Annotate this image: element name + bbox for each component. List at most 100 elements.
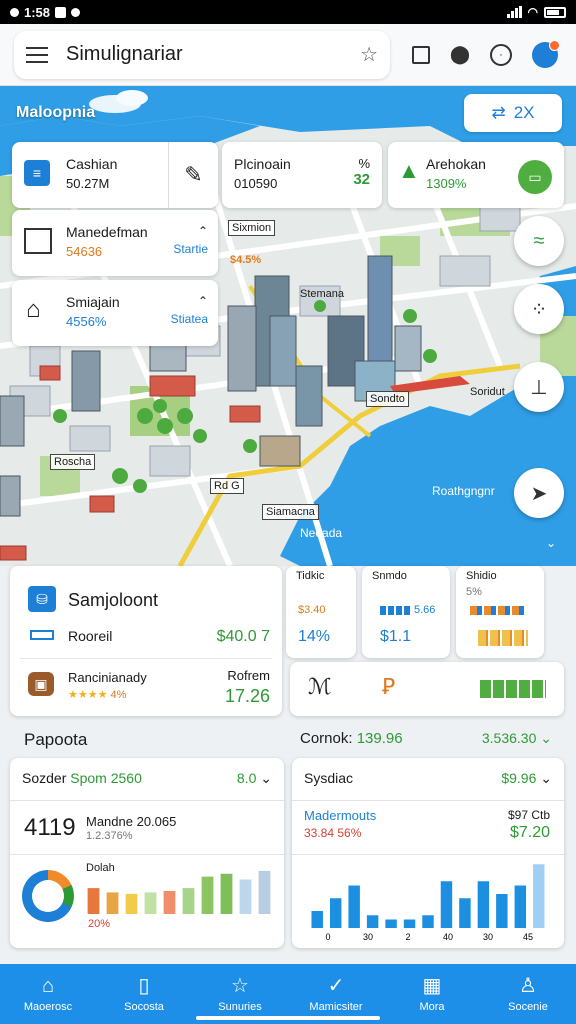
nav-label: Socenie	[508, 1000, 548, 1013]
row-sub: Rofrem	[227, 668, 270, 683]
map-label[interactable]: Rd G	[210, 478, 244, 494]
nav-label: Socosta	[124, 1000, 164, 1013]
bar	[477, 881, 490, 928]
big-number: 4119	[24, 814, 76, 841]
nav-profile[interactable]: ♙ Socenie	[480, 964, 576, 1024]
star-icon[interactable]: ☆	[360, 42, 378, 67]
tick-label: 40	[443, 932, 453, 942]
home-indicator[interactable]	[196, 1016, 380, 1020]
chevron-up-icon[interactable]: ⌃	[173, 224, 208, 238]
title-bar: Simulignariar ☆	[14, 30, 390, 79]
chevron-down-icon[interactable]: ⌄	[260, 770, 272, 786]
map-label[interactable]: Roathgngnr	[432, 484, 495, 498]
map-label[interactable]: Soridut	[470, 386, 505, 398]
map-label[interactable]: Siamacna	[262, 504, 319, 520]
popota-right-value: 139.96	[356, 730, 403, 747]
more-icon[interactable]: ⁘	[514, 284, 564, 334]
mini-card-3[interactable]: Shidio 5%	[456, 566, 544, 658]
building-icon	[24, 228, 52, 254]
circle-icon[interactable]: ·	[490, 43, 512, 66]
kpi-card-arch[interactable]: ▲ Arehokan 1309% ▭	[388, 142, 564, 208]
navigate-icon[interactable]: ➤	[514, 468, 564, 518]
card-tag: Startie	[173, 242, 208, 256]
arrows-icon: ⇄	[491, 103, 506, 122]
tick-label: 2	[405, 932, 410, 942]
clock: 1:58	[24, 4, 51, 20]
row-value: 17.26	[224, 686, 270, 706]
zoom-button[interactable]: ⇄ 2X	[464, 94, 562, 132]
bar	[87, 888, 100, 914]
donut-pct: 20%	[88, 918, 111, 930]
document-icon: ▯	[138, 974, 150, 997]
right-bar-chart: 0 30 2 40 30 45	[311, 864, 545, 942]
nav-summary[interactable]: ☆ Sunuries	[192, 964, 288, 1024]
map-label[interactable]: Stemana	[300, 288, 344, 300]
kpi-card-plan[interactable]: Plcinoain 010590 % 32	[222, 142, 382, 208]
dashboard-panel: ⛁ Samjoloont Rooreil $40.0 7 ▣ Rancinian…	[0, 566, 576, 964]
bar	[144, 892, 157, 914]
chevron-down-icon[interactable]: ⌄	[540, 770, 552, 786]
bar	[496, 894, 508, 928]
avatar[interactable]	[532, 39, 560, 68]
map-label[interactable]: Neoada	[300, 526, 342, 540]
city-map[interactable]: Maloopnia ⇄ 2X ≡ Cashian 50.27M ✎ Plcino…	[0, 86, 576, 566]
nav-check[interactable]: ✓ Mamicsiter	[288, 964, 384, 1024]
bar	[422, 915, 434, 928]
nav-label: Mamicsiter	[309, 1000, 363, 1013]
card-tag: Stiatea	[170, 312, 208, 326]
bar	[459, 898, 471, 928]
graph-icon[interactable]: ℳ	[308, 674, 332, 700]
menu-icon[interactable]	[26, 46, 48, 63]
card-header: Sysdiac	[304, 770, 354, 786]
kpi-value: 1309%	[426, 176, 467, 191]
pin-icon[interactable]: ⬤	[450, 44, 470, 65]
layers-icon[interactable]: ≈	[514, 216, 564, 266]
kpi-card-cash[interactable]: ≡ Cashian 50.27M ✎	[12, 142, 218, 208]
wifi-icon: ◠	[527, 5, 538, 19]
card-header: Sozder	[22, 770, 67, 786]
compass-icon[interactable]: ⊥	[514, 362, 564, 412]
bar	[366, 915, 379, 928]
bar	[311, 911, 323, 928]
status-bar: 1:58 ◠	[0, 0, 576, 24]
message-icon[interactable]: ▭	[518, 160, 552, 194]
bars-icon	[30, 630, 54, 640]
chevron-down-icon[interactable]: ⌄	[540, 730, 552, 746]
kpi-title: Cashian	[66, 156, 118, 172]
mini-value: $1.1	[380, 628, 412, 645]
notification-icon	[10, 7, 19, 17]
summary-card[interactable]: ⛁ Samjoloont Rooreil $40.0 7 ▣ Rancinian…	[10, 566, 282, 716]
nav-more[interactable]: ▦ Mora	[384, 964, 480, 1024]
pen-icon[interactable]: ✎	[168, 142, 218, 208]
map-label[interactable]: Sixmion	[228, 220, 276, 236]
nav-label: Sunuries	[218, 1000, 262, 1013]
side-card-manage[interactable]: Manedefman 54636 ⌃ Startie	[12, 210, 218, 276]
card-r1: $97 Ctb	[507, 808, 550, 822]
level-bars-icon[interactable]	[480, 680, 546, 698]
box-icon[interactable]	[411, 45, 430, 64]
mini-bars-icon	[380, 606, 410, 615]
side-card-sim[interactable]: ⌂ Smiajain 4556% ⌃ Stiatea	[12, 280, 218, 346]
chevron-up-icon[interactable]: ⌃	[171, 294, 208, 308]
city-name: Maloopnia	[16, 104, 96, 121]
card-title: Smiajain	[66, 294, 120, 310]
chart-icon[interactable]: Ꝑ	[382, 674, 395, 700]
mini-title: Snmdo	[372, 570, 407, 582]
nav-docs[interactable]: ▯ Socosta	[96, 964, 192, 1024]
big-title: Mandne 20.065	[86, 814, 177, 829]
tick-label: 0	[325, 932, 330, 942]
map-label[interactable]: Roscha	[50, 454, 96, 470]
map-label[interactable]: Sondto	[366, 391, 409, 407]
row-value: $40.0 7	[216, 628, 270, 645]
mini-card-1[interactable]: Tidkic $3.40 14%	[286, 566, 356, 658]
popota-right-label: Cornok:	[300, 730, 353, 747]
grid-icon: ▦	[422, 974, 442, 997]
right-stats-card[interactable]: Sysdiac $9.96 ⌄ Madermouts 33.84 56% $97…	[292, 758, 564, 948]
signal-icon	[506, 6, 522, 18]
collapse-icon[interactable]: ⌄	[546, 536, 556, 550]
left-stats-card[interactable]: Sozder Spom 2560 8.0 ⌄ 4119 Mandne 20.06…	[10, 758, 284, 948]
battery-icon	[544, 6, 566, 18]
card-r2: $7.20	[509, 824, 550, 841]
mini-card-2[interactable]: Snmdo 5.66 $1.1	[362, 566, 450, 658]
nav-home[interactable]: ⌂ Maoerosc	[0, 964, 96, 1024]
